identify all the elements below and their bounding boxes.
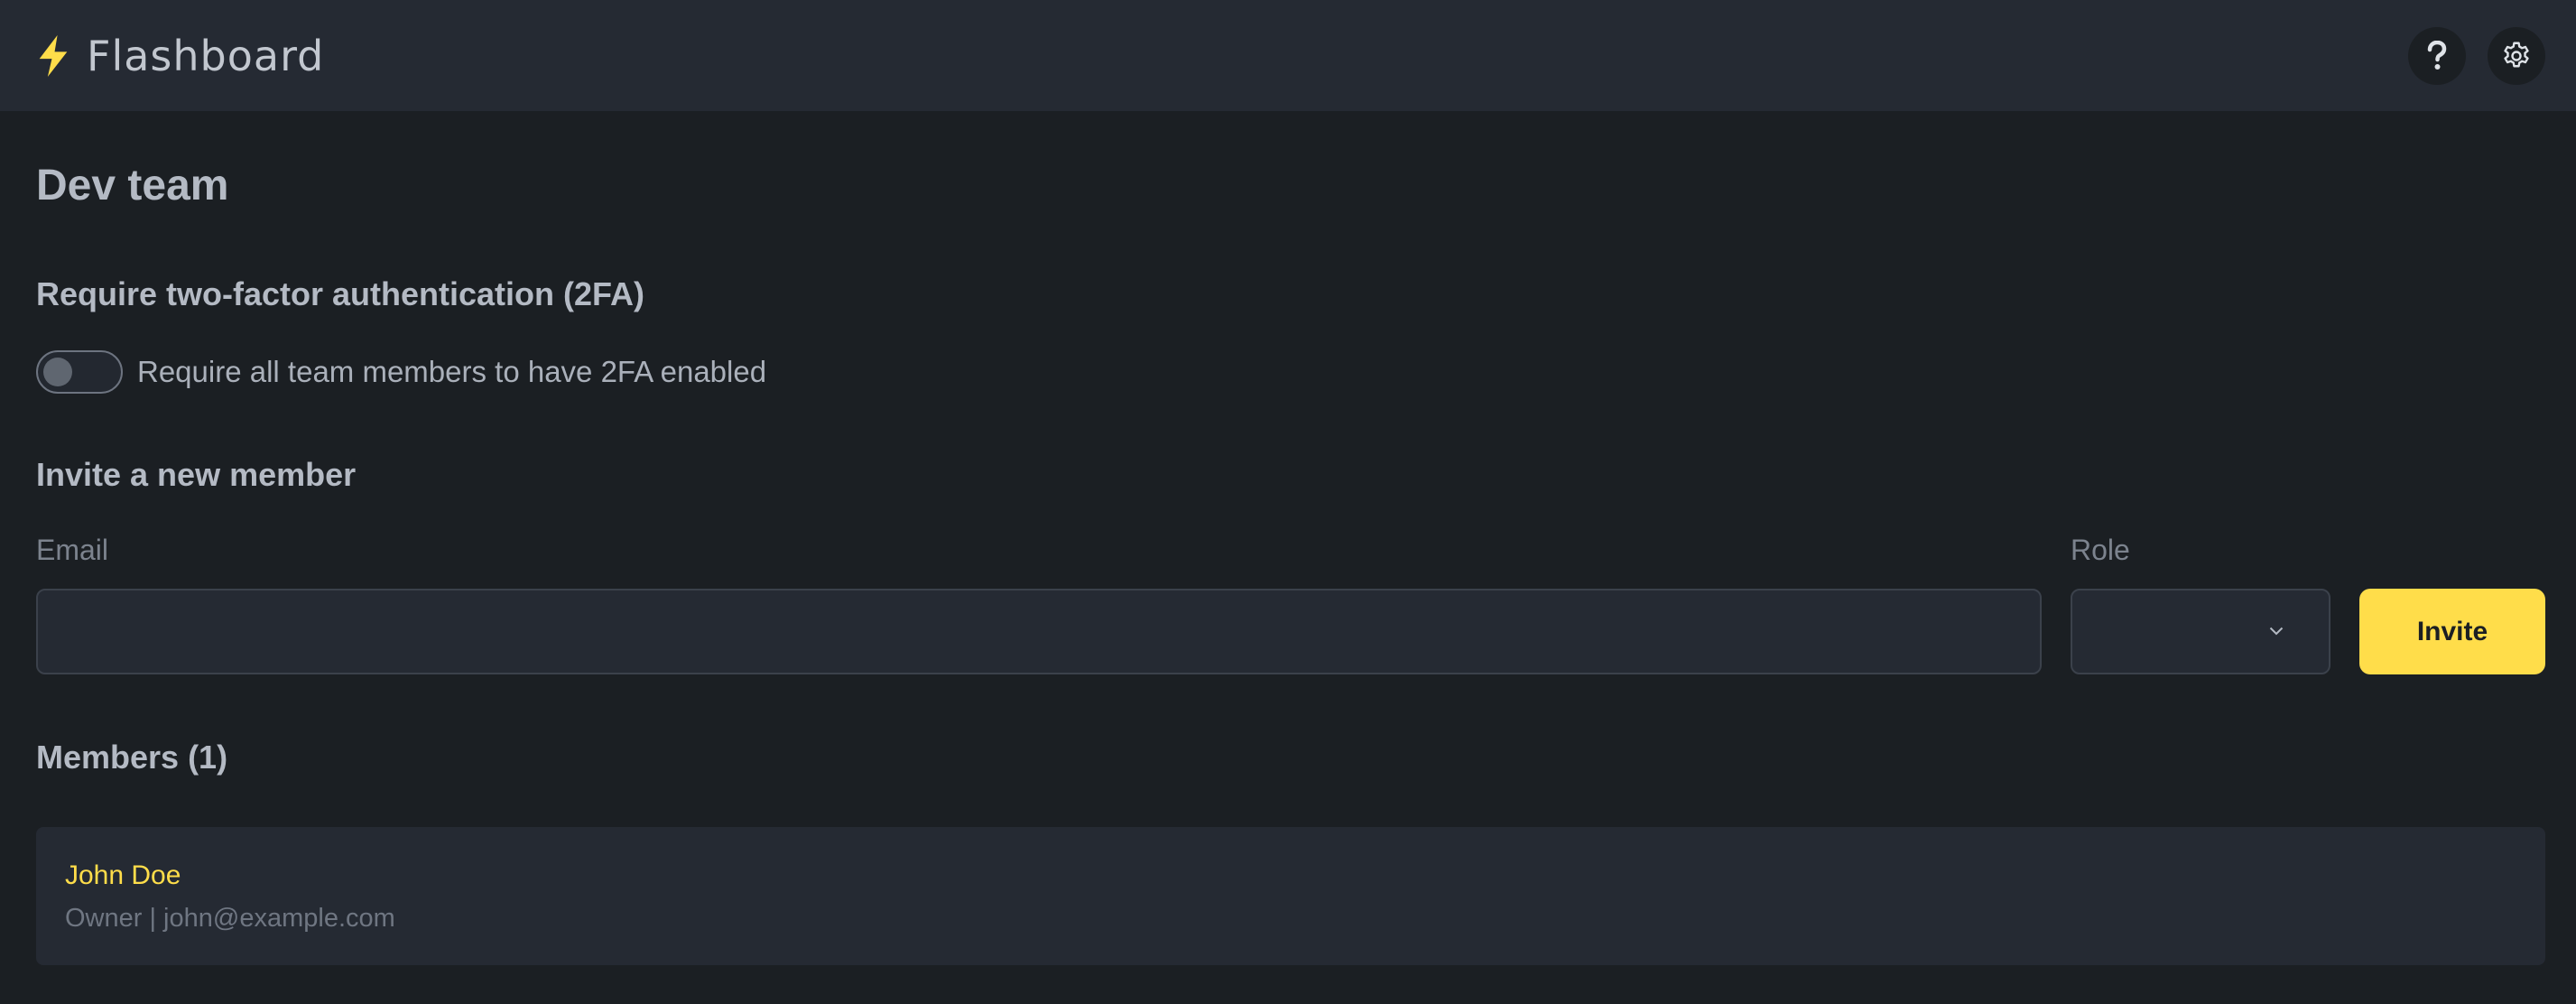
- role-label: Role: [2071, 534, 2130, 566]
- top-bar: Flashboard: [0, 0, 2576, 111]
- invite-section-title: Invite a new member: [36, 456, 357, 493]
- gear-icon: [2504, 42, 2529, 67]
- toggle-knob: [43, 358, 72, 386]
- brand[interactable]: Flashboard: [36, 32, 324, 80]
- chevron-down-icon: [2269, 627, 2284, 636]
- app-name: Flashboard: [87, 31, 325, 80]
- help-button[interactable]: [2408, 26, 2466, 85]
- two-factor-toggle[interactable]: [36, 350, 123, 394]
- settings-button[interactable]: [2488, 26, 2545, 85]
- two-factor-toggle-label: Require all team members to have 2FA ena…: [137, 355, 767, 388]
- invite-button[interactable]: Invite: [2359, 589, 2545, 674]
- members-section-title: Members (1): [36, 739, 228, 776]
- email-input[interactable]: [36, 589, 2042, 674]
- email-label: Email: [36, 534, 109, 566]
- two-factor-section-title: Require two-factor authentication (2FA): [36, 275, 645, 312]
- role-select[interactable]: [2071, 589, 2330, 674]
- two-factor-toggle-row: Require all team members to have 2FA ena…: [36, 350, 766, 394]
- member-card[interactable]: John Doe Owner | john@example.com: [36, 827, 2545, 965]
- member-role-email: Owner | john@example.com: [65, 904, 395, 933]
- question-mark-icon: [2427, 40, 2447, 70]
- top-actions: [2408, 26, 2545, 85]
- member-name: John Doe: [65, 860, 181, 890]
- page-title: Dev team: [36, 162, 229, 209]
- lightning-bolt-icon: [39, 34, 68, 77]
